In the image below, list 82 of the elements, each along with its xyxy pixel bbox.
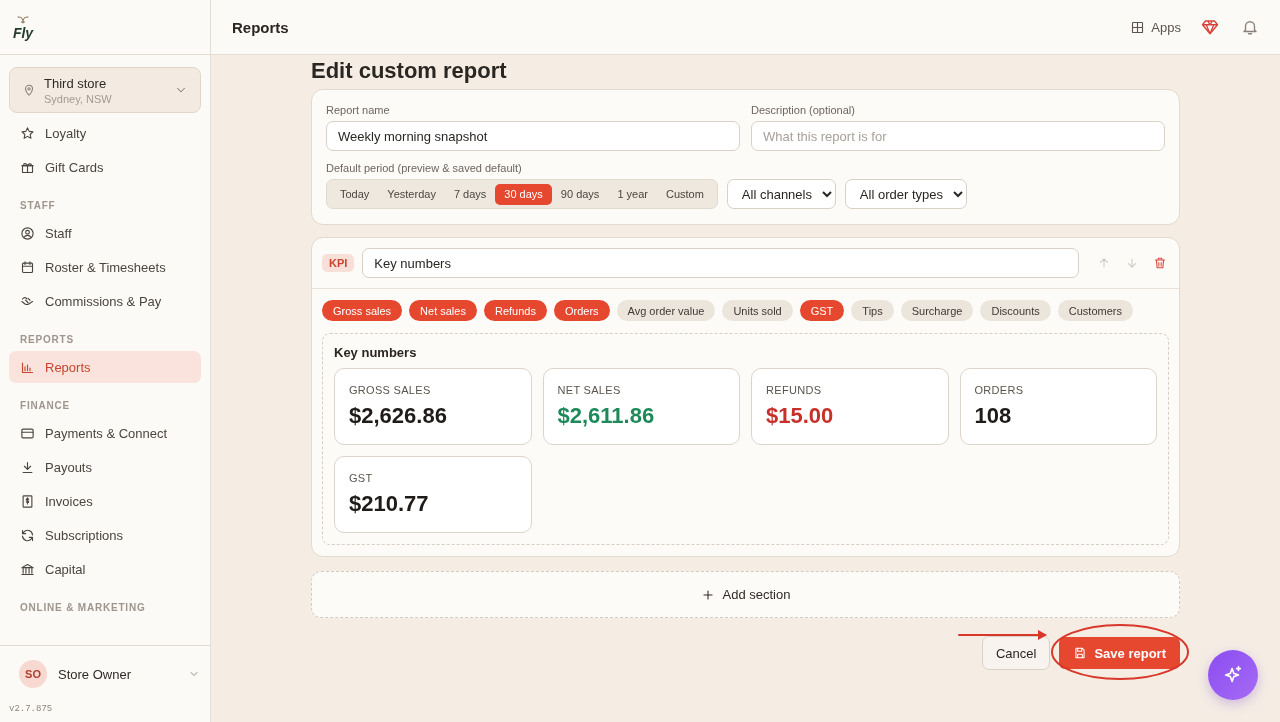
store-name: Third store bbox=[44, 75, 108, 91]
period-tab[interactable]: Today bbox=[331, 183, 379, 205]
kpi-value: $15.00 bbox=[766, 403, 835, 429]
location-pin-icon bbox=[22, 83, 36, 97]
app-logo[interactable]: Fly bbox=[12, 14, 34, 40]
kpi-value: $2,626.86 bbox=[349, 403, 448, 429]
user-menu[interactable]: SO Store Owner bbox=[19, 660, 200, 688]
gem-icon[interactable] bbox=[1201, 18, 1219, 36]
version-label: v2.7.875 bbox=[9, 704, 54, 714]
star-icon bbox=[20, 125, 35, 141]
metric-chip[interactable]: Discounts bbox=[980, 300, 1051, 321]
kpi-label: ORDERS bbox=[974, 384, 1025, 396]
credit-card-icon bbox=[20, 425, 35, 441]
kpi-value: $2,611.86 bbox=[557, 403, 656, 429]
sidebar-item[interactable]: Payouts bbox=[9, 451, 201, 483]
sidebar-item[interactable]: Loyalty bbox=[9, 117, 201, 149]
bank-icon bbox=[20, 561, 35, 577]
channel-dropdown[interactable]: All channels bbox=[726, 179, 836, 209]
save-button[interactable]: Save report bbox=[1059, 637, 1180, 669]
bell-icon[interactable] bbox=[1241, 18, 1259, 36]
add-section-button[interactable]: Add section bbox=[311, 571, 1180, 618]
section-heading: STAFF bbox=[19, 198, 57, 213]
store-selector[interactable]: Third store Sydney, NSW bbox=[9, 67, 201, 113]
sidebar-item[interactable]: Payments & Connect bbox=[9, 417, 201, 449]
metric-chip[interactable]: Gross sales bbox=[322, 300, 403, 321]
page-title: Edit custom report bbox=[311, 57, 508, 85]
section-title-field[interactable]: Key numbers bbox=[362, 248, 1079, 278]
section-heading: REPORTS bbox=[19, 332, 75, 347]
bar-chart-icon bbox=[20, 359, 35, 375]
field-label: Default period (preview & saved default) bbox=[326, 162, 523, 174]
period-tab[interactable]: Custom bbox=[656, 183, 713, 205]
metric-chip[interactable]: Net sales bbox=[409, 300, 477, 321]
field-label: Report name bbox=[326, 104, 391, 116]
trash-icon[interactable] bbox=[1153, 256, 1167, 270]
metric-chip[interactable]: Surcharge bbox=[900, 300, 974, 321]
kpi-label: NET SALES bbox=[557, 384, 622, 396]
description-field[interactable]: What this report is for bbox=[751, 121, 1165, 151]
order-type-dropdown[interactable]: All order types bbox=[844, 179, 967, 209]
grid-icon bbox=[1130, 19, 1146, 35]
section-heading: ONLINE & MARKETING bbox=[19, 600, 147, 615]
invoice-icon bbox=[20, 493, 35, 509]
apps-button[interactable]: Apps bbox=[1130, 19, 1181, 35]
metric-chip[interactable]: Tips bbox=[851, 300, 894, 321]
period-tab[interactable]: 30 days bbox=[495, 183, 552, 205]
page-header-title: Reports bbox=[232, 18, 290, 36]
kpi-value: 108 bbox=[974, 403, 1013, 429]
period-tab[interactable]: 7 days bbox=[444, 183, 496, 205]
metric-chip[interactable]: GST bbox=[799, 300, 845, 321]
kpi-value: $210.77 bbox=[349, 491, 430, 517]
refresh-icon bbox=[20, 527, 35, 543]
field-label: Description (optional) bbox=[751, 104, 856, 116]
metric-chip[interactable]: Refunds bbox=[483, 300, 547, 321]
metric-chip[interactable]: Customers bbox=[1057, 300, 1133, 321]
period-tab[interactable]: 90 days bbox=[551, 183, 609, 205]
sidebar-item[interactable]: Reports bbox=[9, 351, 201, 383]
calendar-icon bbox=[20, 259, 35, 275]
sidebar-item[interactable]: Capital bbox=[9, 553, 201, 585]
period-tab[interactable]: Yesterday bbox=[378, 183, 445, 205]
sidebar-item[interactable]: Gift Cards bbox=[9, 151, 201, 183]
download-icon bbox=[20, 459, 35, 475]
assistant-button[interactable] bbox=[1208, 650, 1258, 700]
sidebar-item[interactable]: Subscriptions bbox=[9, 519, 201, 551]
section-heading: FINANCE bbox=[19, 398, 72, 413]
preview-title: Key numbers bbox=[334, 345, 418, 360]
user-avatar: SO bbox=[19, 660, 47, 688]
kpi-label: GROSS SALES bbox=[349, 384, 432, 396]
sidebar-item[interactable]: Staff bbox=[9, 217, 201, 249]
user-circle-icon bbox=[20, 225, 35, 241]
metric-chip[interactable]: Avg order value bbox=[616, 300, 716, 321]
store-location: Sydney, NSW bbox=[44, 92, 113, 105]
section-type-badge: KPI bbox=[322, 254, 355, 272]
sidebar-item[interactable]: Commissions & Pay bbox=[9, 285, 201, 317]
kpi-label: GST bbox=[349, 472, 374, 484]
report-name-field[interactable]: Weekly morning snapshot bbox=[326, 121, 740, 151]
metric-chip[interactable]: Orders bbox=[553, 300, 610, 321]
sidebar-item[interactable]: Invoices bbox=[9, 485, 201, 517]
sidebar-item[interactable]: Roster & Timesheets bbox=[9, 251, 201, 283]
cancel-button[interactable]: Cancel bbox=[982, 636, 1051, 670]
metric-chip[interactable]: Units sold bbox=[722, 300, 793, 321]
kpi-label: REFUNDS bbox=[766, 384, 823, 396]
period-tab[interactable]: 1 year bbox=[608, 183, 657, 205]
plus-icon bbox=[700, 587, 715, 602]
